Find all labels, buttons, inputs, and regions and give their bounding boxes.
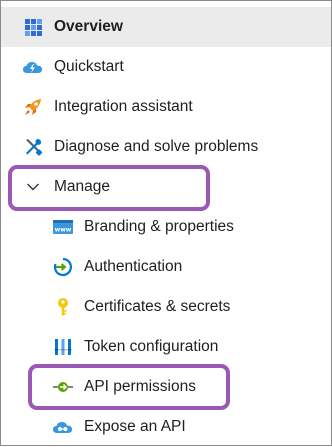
menu-item-label: Diagnose and solve problems <box>54 138 259 155</box>
www-window-icon: www <box>52 216 74 238</box>
menu-item-label: Quickstart <box>54 58 124 75</box>
wrench-screwdriver-icon <box>22 136 44 158</box>
navigation-menu: Overview Quickstart Integration assistan… <box>1 1 331 447</box>
menu-item-label: Branding & properties <box>84 218 234 235</box>
menu-item-certificates[interactable]: Certificates & secrets <box>1 287 331 327</box>
api-arrow-icon <box>52 376 74 398</box>
app-menu-panel: Overview Quickstart Integration assistan… <box>0 0 332 446</box>
menu-item-label: Integration assistant <box>54 98 193 115</box>
menu-item-quickstart[interactable]: Quickstart <box>1 47 331 87</box>
menu-item-diagnose[interactable]: Diagnose and solve problems <box>1 127 331 167</box>
menu-item-branding[interactable]: www Branding & properties <box>1 207 331 247</box>
rocket-icon <box>22 96 44 118</box>
chevron-down-icon <box>22 176 44 198</box>
menu-item-label: Token configuration <box>84 338 219 355</box>
menu-item-overview[interactable]: Overview <box>1 7 331 47</box>
menu-group-manage[interactable]: Manage <box>1 167 331 207</box>
menu-item-label: Overview <box>54 18 123 35</box>
menu-group-label: Manage <box>54 178 111 195</box>
menu-item-token-configuration[interactable]: Token configuration <box>1 327 331 367</box>
cloud-api-icon <box>52 416 74 438</box>
grid-icon <box>22 16 44 38</box>
menu-item-authentication[interactable]: Authentication <box>1 247 331 287</box>
svg-text:www: www <box>55 227 72 234</box>
menu-item-label: Authentication <box>84 258 183 275</box>
menu-item-integration-assistant[interactable]: Integration assistant <box>1 87 331 127</box>
menu-item-expose-api[interactable]: Expose an API <box>1 407 331 447</box>
auth-circle-arrow-icon <box>52 256 74 278</box>
menu-item-label: Certificates & secrets <box>84 298 231 315</box>
menu-item-label: Expose an API <box>84 418 186 435</box>
key-icon <box>52 296 74 318</box>
menu-item-api-permissions[interactable]: API permissions <box>1 367 331 407</box>
menu-item-label: API permissions <box>84 378 196 395</box>
token-bars-icon <box>52 336 74 358</box>
cloud-lightning-icon <box>22 56 44 78</box>
